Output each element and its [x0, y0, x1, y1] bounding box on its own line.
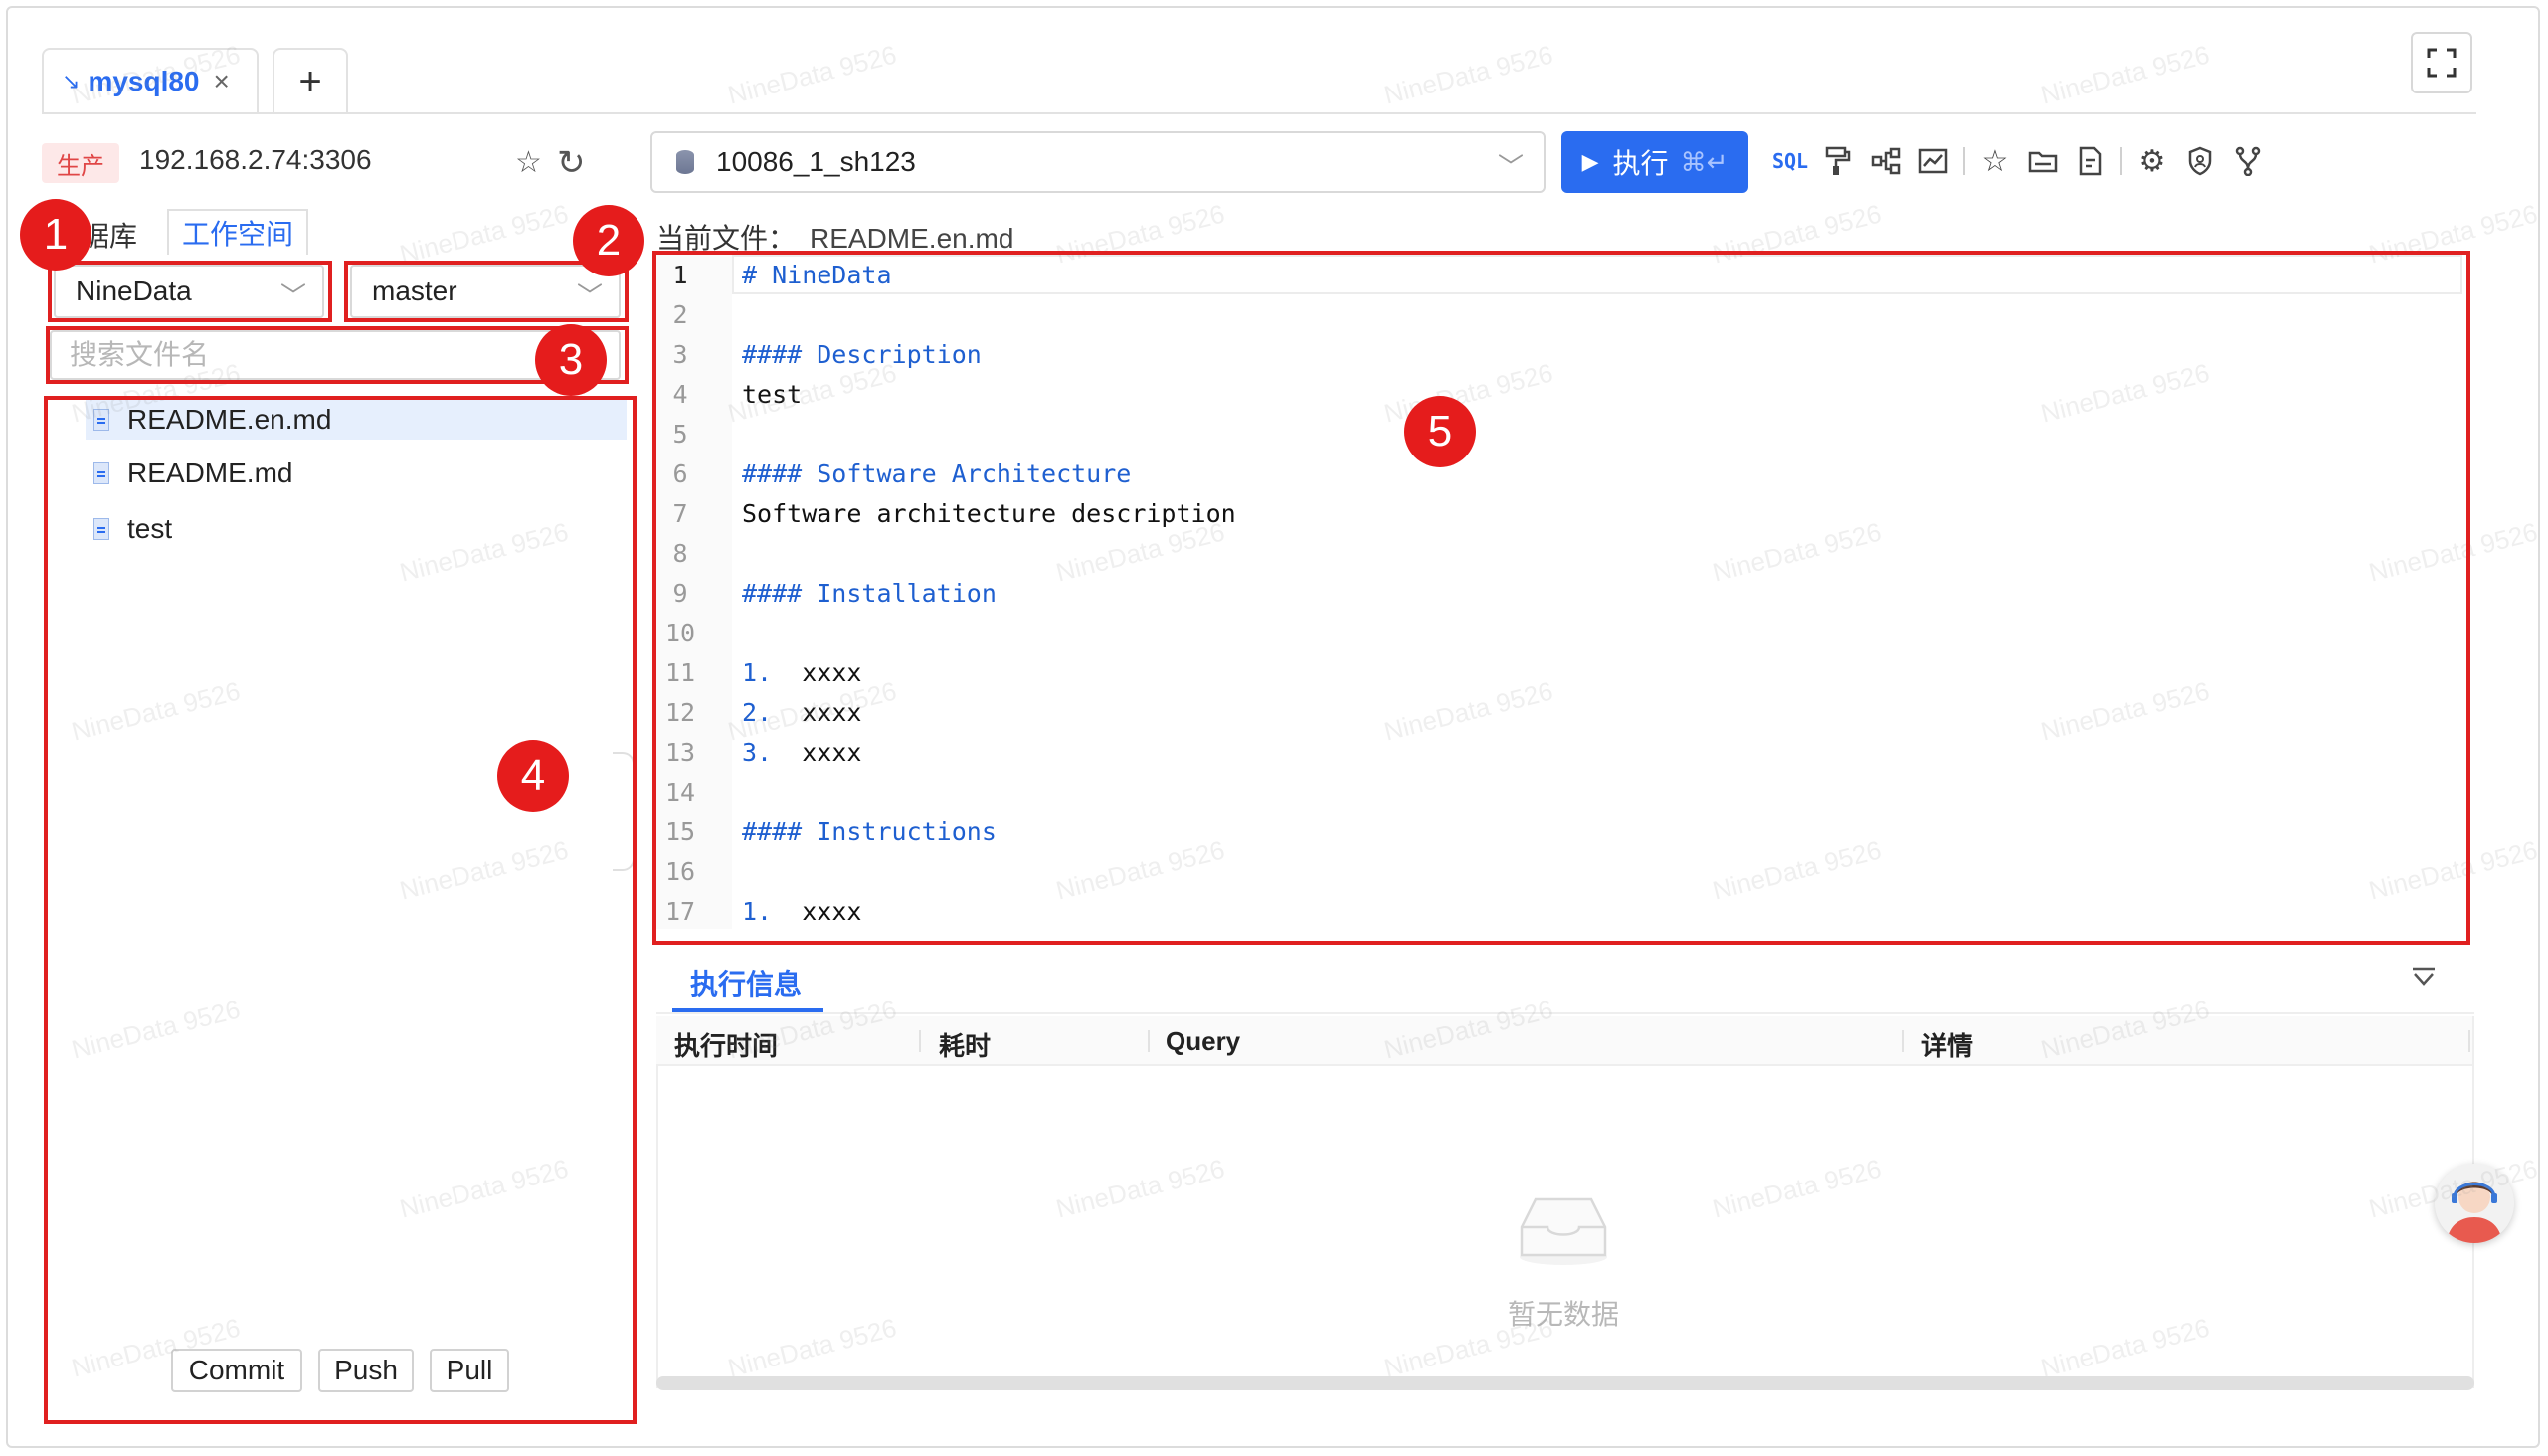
empty-state-text: 暂无数据 — [1508, 1299, 1620, 1330]
star-icon[interactable]: ☆ — [1971, 139, 2019, 183]
annotation-marker-5: 5 — [1404, 396, 1476, 467]
connection-icon: ↘ — [62, 69, 81, 93]
tab-execution-info[interactable]: 执行信息 — [690, 963, 802, 1002]
toolbar-separator — [2120, 147, 2122, 175]
play-icon: ▶ — [1581, 149, 1599, 174]
fullscreen-button[interactable] — [2411, 32, 2472, 93]
favorite-star-icon[interactable]: ☆ — [515, 145, 542, 180]
tab-label: mysql80 — [88, 66, 200, 96]
schema-icon[interactable] — [1862, 139, 1910, 183]
run-shortcut: ⌘↵ — [1680, 146, 1729, 177]
result-table-header: 执行时间 耗时 Query 详情 — [656, 1016, 2474, 1066]
empty-inbox-icon — [1520, 1197, 1607, 1265]
sql-text: SQL — [1771, 149, 1809, 173]
paint-brush-icon[interactable] — [1814, 139, 1862, 183]
run-button-label: 执行 — [1612, 148, 1669, 179]
panel-divider — [656, 1012, 2474, 1014]
horizontal-scrollbar[interactable] — [656, 1376, 2474, 1390]
run-button[interactable]: ▶ 执行 ⌘↵ — [1561, 131, 1748, 193]
tab-bar-divider — [42, 112, 2476, 114]
column-separator — [919, 1030, 921, 1052]
gear-icon[interactable]: ⚙ — [2128, 139, 2176, 183]
column-header: 详情 — [1921, 1031, 1974, 1061]
chevron-down-icon: ﹀ — [1497, 152, 1524, 182]
annotation-box-2 — [344, 261, 629, 322]
tab-workspace[interactable]: 工作空间 — [167, 209, 308, 255]
annotation-box-5 — [652, 251, 2470, 945]
tab-mysql80[interactable]: ↘ mysql80 × — [42, 48, 259, 113]
fullscreen-icon — [2427, 48, 2457, 78]
column-header: Query — [1166, 1026, 1241, 1056]
annotation-marker-4: 4 — [497, 740, 569, 812]
panel-border — [656, 1066, 658, 1388]
annotation-box-4 — [44, 396, 637, 1424]
annotation-marker-1: 1 — [20, 199, 91, 271]
database-icon — [676, 150, 694, 174]
close-icon[interactable]: × — [214, 66, 230, 97]
folder-icon[interactable] — [2019, 139, 2067, 183]
database-select-value: 10086_1_sh123 — [716, 146, 916, 177]
annotation-marker-2: 2 — [573, 205, 644, 276]
branch-icon[interactable] — [2224, 139, 2272, 183]
current-file-name: README.en.md — [810, 223, 1014, 254]
column-separator — [1148, 1030, 1150, 1052]
support-avatar[interactable] — [2435, 1164, 2514, 1243]
annotation-marker-3: 3 — [535, 324, 607, 396]
column-separator — [2468, 1030, 2470, 1052]
support-agent-icon — [2435, 1164, 2514, 1243]
toolbar-separator — [1963, 147, 1965, 175]
database-select[interactable]: 10086_1_sh123 ﹀ — [650, 131, 1546, 193]
editor-toolbar: SQL ☆ ⚙ — [1766, 139, 2272, 183]
connection-address: 192.168.2.74:3306 — [139, 144, 372, 175]
add-tab-button[interactable]: + — [273, 48, 348, 113]
shield-icon[interactable] — [2176, 139, 2224, 183]
current-file-label: 当前文件： — [656, 223, 797, 254]
chart-icon[interactable] — [1910, 139, 1957, 183]
env-badge: 生产 — [42, 143, 119, 183]
column-separator — [1902, 1030, 1904, 1052]
file-icon[interactable] — [2067, 139, 2114, 183]
collapse-panel-icon[interactable] — [2411, 963, 2437, 995]
sql-format-icon[interactable]: SQL — [1766, 139, 1814, 183]
annotation-box-1 — [48, 261, 332, 322]
column-header: 耗时 — [939, 1031, 992, 1061]
refresh-icon[interactable]: ↻ — [557, 143, 586, 183]
column-header: 执行时间 — [674, 1031, 779, 1061]
